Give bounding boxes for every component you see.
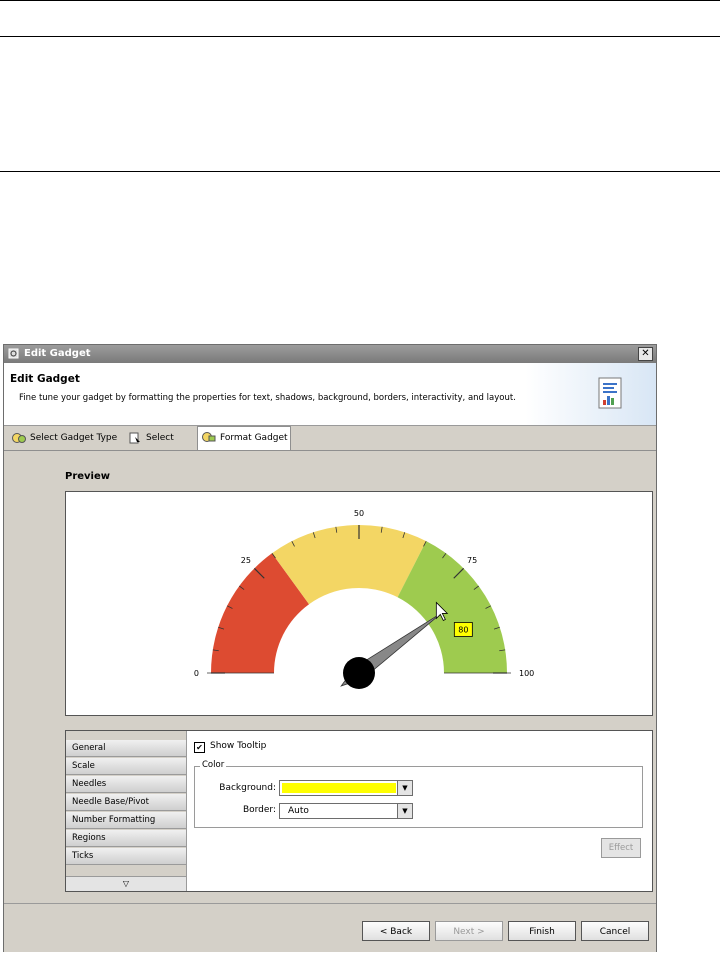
gauge-pivot bbox=[343, 657, 375, 689]
select-data-icon bbox=[129, 432, 140, 444]
scroll-down-icon[interactable]: ▽ bbox=[66, 876, 186, 891]
show-tooltip-label: Show Tooltip bbox=[210, 741, 267, 751]
header-title: Edit Gadget bbox=[10, 373, 80, 385]
close-icon[interactable]: ✕ bbox=[638, 347, 653, 361]
format-gadget-icon bbox=[202, 432, 216, 442]
tab-format-gadget[interactable]: Format Gadget bbox=[197, 426, 291, 450]
background-label: Background: bbox=[219, 783, 276, 793]
wizard-footer: < Back Next > Finish Cancel bbox=[4, 903, 656, 952]
back-button[interactable]: < Back bbox=[362, 921, 430, 941]
dialog-header: Edit Gadget Fine tune your gadget by for… bbox=[4, 363, 656, 426]
prop-item-general[interactable]: General bbox=[66, 740, 186, 757]
chevron-down-icon[interactable]: ▼ bbox=[397, 781, 412, 795]
gauge-tick-label: 0 bbox=[194, 669, 199, 678]
prop-item-needle-base-pivot[interactable]: Needle Base/Pivot bbox=[66, 794, 186, 811]
finish-button[interactable]: Finish bbox=[508, 921, 576, 941]
gauge-tooltip-text: 80 bbox=[458, 625, 468, 634]
color-group: Color Background: ▼ Border: Auto ▼ bbox=[194, 760, 643, 828]
chevron-down-icon[interactable]: ▼ bbox=[397, 804, 412, 818]
show-tooltip-checkbox[interactable]: ✔ bbox=[194, 742, 205, 753]
border-label: Border: bbox=[242, 805, 276, 815]
rule-2 bbox=[0, 36, 720, 37]
dialog-titlebar: Edit Gadget ✕ bbox=[4, 345, 656, 363]
gadget-icon bbox=[8, 348, 19, 359]
dialog-title: Edit Gadget bbox=[24, 348, 91, 359]
gauge-tick-label: 75 bbox=[467, 556, 477, 565]
preview-label: Preview bbox=[65, 471, 111, 482]
tab-select-data[interactable]: Select Data bbox=[124, 428, 198, 463]
effect-button[interactable]: Effect bbox=[601, 838, 641, 858]
gauge-tick-label: 25 bbox=[241, 556, 251, 565]
wizard-tabs: Select Gadget Type Select Data Format Ga… bbox=[4, 426, 656, 463]
format-panel: Preview 0 25 50 75 100 80 General Scale Needl… bbox=[4, 451, 656, 901]
report-icon bbox=[598, 377, 622, 409]
gauge-tick-label: 50 bbox=[354, 509, 364, 518]
cancel-button[interactable]: Cancel bbox=[581, 921, 649, 941]
tab-label: Format Gadget bbox=[220, 433, 288, 443]
border-value: Auto bbox=[288, 806, 309, 816]
tab-select-gadget-type[interactable]: Select Gadget Type bbox=[8, 428, 122, 448]
header-description: Fine tune your gadget by formatting the … bbox=[19, 393, 516, 403]
color-group-label: Color bbox=[200, 760, 227, 770]
property-editor: General Scale Needles Needle Base/Pivot … bbox=[65, 730, 653, 892]
prop-item-regions[interactable]: Regions bbox=[66, 830, 186, 847]
top-rule bbox=[0, 0, 720, 1]
background-color-swatch bbox=[282, 783, 396, 793]
border-select[interactable]: Auto ▼ bbox=[279, 803, 413, 819]
prop-item-needles[interactable]: Needles bbox=[66, 776, 186, 793]
property-category-list: General Scale Needles Needle Base/Pivot … bbox=[66, 731, 187, 891]
gadget-type-icon bbox=[12, 433, 26, 443]
rule-3 bbox=[0, 171, 720, 172]
gauge-tick-label: 100 bbox=[519, 669, 534, 678]
gauge-preview: 0 25 50 75 100 80 bbox=[65, 491, 653, 716]
edit-gadget-dialog: Edit Gadget ✕ Edit Gadget Fine tune your… bbox=[3, 344, 657, 952]
background-color-select[interactable]: ▼ bbox=[279, 780, 413, 796]
next-button[interactable]: Next > bbox=[435, 921, 503, 941]
gauge-chart: 0 25 50 75 100 80 bbox=[194, 509, 534, 689]
prop-item-ticks[interactable]: Ticks bbox=[66, 848, 186, 865]
prop-item-number-formatting[interactable]: Number Formatting bbox=[66, 812, 186, 829]
prop-item-scale[interactable]: Scale bbox=[66, 758, 186, 775]
tab-label: Select Gadget Type bbox=[30, 433, 118, 443]
